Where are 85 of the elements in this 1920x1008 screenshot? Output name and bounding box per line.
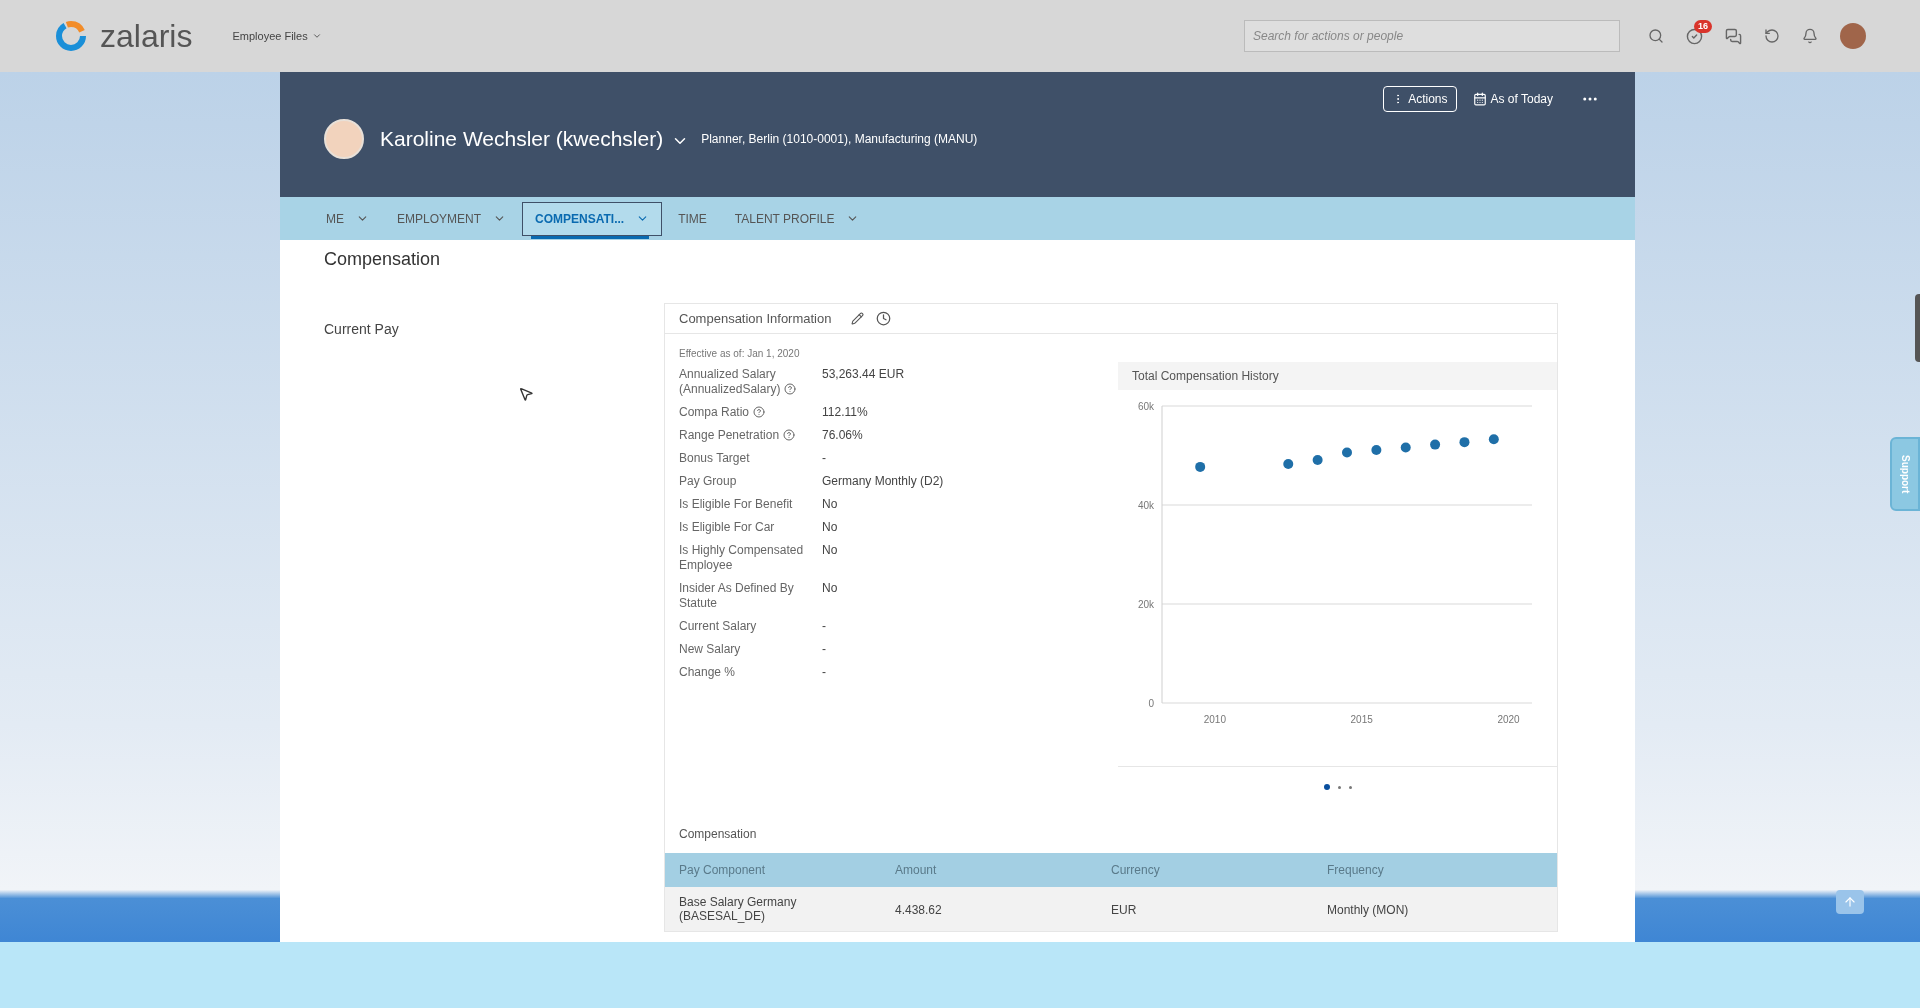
- actions-button[interactable]: Actions: [1383, 86, 1457, 112]
- employee-subtitle: Planner, Berlin (1010-0001), Manufacturing (MANU): [701, 130, 978, 148]
- chart-title: Total Compensation History: [1132, 368, 1279, 385]
- scrollbar: [1915, 294, 1920, 362]
- column-header: Amount: [895, 862, 938, 879]
- x-tick-label: 2015: [1350, 714, 1373, 725]
- field-label: Is Eligible For Car: [679, 520, 775, 534]
- nav-tab[interactable]: ME: [314, 201, 381, 236]
- help-icon[interactable]: [783, 429, 796, 441]
- field-label: Pay Group: [679, 474, 737, 488]
- section-label: Current Pay: [324, 321, 399, 337]
- edit-icon[interactable]: [851, 312, 865, 325]
- data-point: [1430, 439, 1441, 450]
- field-label: Change %: [679, 665, 736, 679]
- column-header: Currency: [1111, 862, 1161, 879]
- field-value: No: [822, 520, 838, 535]
- field-value: Germany Monthly (D2): [822, 474, 944, 489]
- nav-tab[interactable]: EMPLOYMENT: [385, 201, 518, 236]
- data-point: [1371, 445, 1382, 456]
- refresh-icon[interactable]: [1764, 28, 1780, 44]
- table-cell-text: Base Salary Germany (BASESAL_DE): [679, 895, 798, 923]
- x-tick-label: 2020: [1497, 714, 1520, 725]
- field-value: -: [822, 665, 826, 680]
- field-label: Range Penetration: [679, 428, 780, 442]
- help-icon[interactable]: [753, 406, 766, 418]
- data-point: [1342, 447, 1352, 458]
- field-label: Annualized Salary (AnnualizedSalary): [679, 367, 781, 396]
- y-tick-label: 20k: [1137, 599, 1154, 610]
- field-label: Bonus Target: [679, 451, 750, 465]
- logo-icon: [54, 19, 88, 53]
- caret-icon: [311, 31, 322, 41]
- avatar: [324, 118, 364, 159]
- field-label: Insider As Defined By Statute: [679, 581, 794, 610]
- field-value: No: [822, 581, 838, 597]
- data-point: [1400, 442, 1411, 453]
- field-value: No: [822, 543, 838, 559]
- search-field[interactable]: Search for actions or people: [1244, 20, 1620, 52]
- user-avatar[interactable]: [1840, 23, 1866, 49]
- y-tick-label: 40k: [1137, 500, 1154, 511]
- notification-badge: 16: [1694, 19, 1712, 33]
- table-cell: Monthly (MON): [1327, 903, 1409, 917]
- nav-tab[interactable]: TIME: [666, 201, 719, 236]
- module-menu[interactable]: Employee Files: [232, 27, 322, 45]
- table-cell: 4.438.62: [895, 903, 942, 917]
- table-title: Compensation: [678, 826, 758, 843]
- field-value: 112.11%: [822, 405, 868, 420]
- y-tick-label: 60k: [1137, 401, 1154, 412]
- nav-tab[interactable]: TALENT PROFILE: [722, 201, 872, 236]
- column-header: Pay Component: [679, 862, 767, 879]
- help-icon[interactable]: [784, 383, 797, 395]
- calendar-icon: [1472, 92, 1487, 106]
- field-label: Is Eligible For Benefit: [679, 497, 793, 511]
- date-button[interactable]: As of Today: [1472, 90, 1553, 108]
- y-tick-label: 0: [1148, 698, 1154, 709]
- history-icon[interactable]: [876, 311, 892, 326]
- data-point: [1459, 437, 1470, 448]
- field-label: Current Salary: [679, 619, 757, 633]
- data-point: [1283, 458, 1294, 469]
- data-point: [1195, 461, 1206, 472]
- data-point: [1488, 434, 1499, 445]
- effective-date: Effective as of: Jan 1, 2020: [679, 347, 801, 361]
- data-point: [1312, 454, 1323, 465]
- logo-text: zalaris: [100, 20, 193, 52]
- page-title: Compensation: [324, 248, 442, 271]
- mouse-cursor-icon: [518, 386, 534, 402]
- card-title: Compensation Information: [679, 309, 832, 328]
- field-value: -: [822, 451, 826, 466]
- x-tick-label: 2010: [1203, 714, 1226, 725]
- search-icon[interactable]: [1648, 28, 1664, 44]
- todo-icon[interactable]: [1686, 27, 1703, 45]
- field-label: New Salary: [679, 642, 741, 656]
- nav-tab[interactable]: COMPENSATI...: [522, 201, 663, 236]
- table-cell: EUR: [1111, 903, 1137, 917]
- employee-name: Karoline Wechsler (kwechsler): [380, 125, 664, 152]
- column-header: Frequency: [1327, 862, 1385, 879]
- field-value: 53,263.44 EUR: [822, 367, 905, 383]
- field-label: Compa Ratio: [679, 405, 750, 419]
- field-value: -: [822, 619, 826, 634]
- arrow-up-icon: [1843, 895, 1857, 909]
- field-value: -: [822, 642, 826, 657]
- field-label: Is Highly Compensated Employee: [679, 543, 804, 572]
- chat-icon[interactable]: [1725, 27, 1742, 45]
- field-value: No: [822, 497, 838, 512]
- field-value: 76.06%: [822, 428, 863, 443]
- bell-icon[interactable]: [1802, 28, 1818, 44]
